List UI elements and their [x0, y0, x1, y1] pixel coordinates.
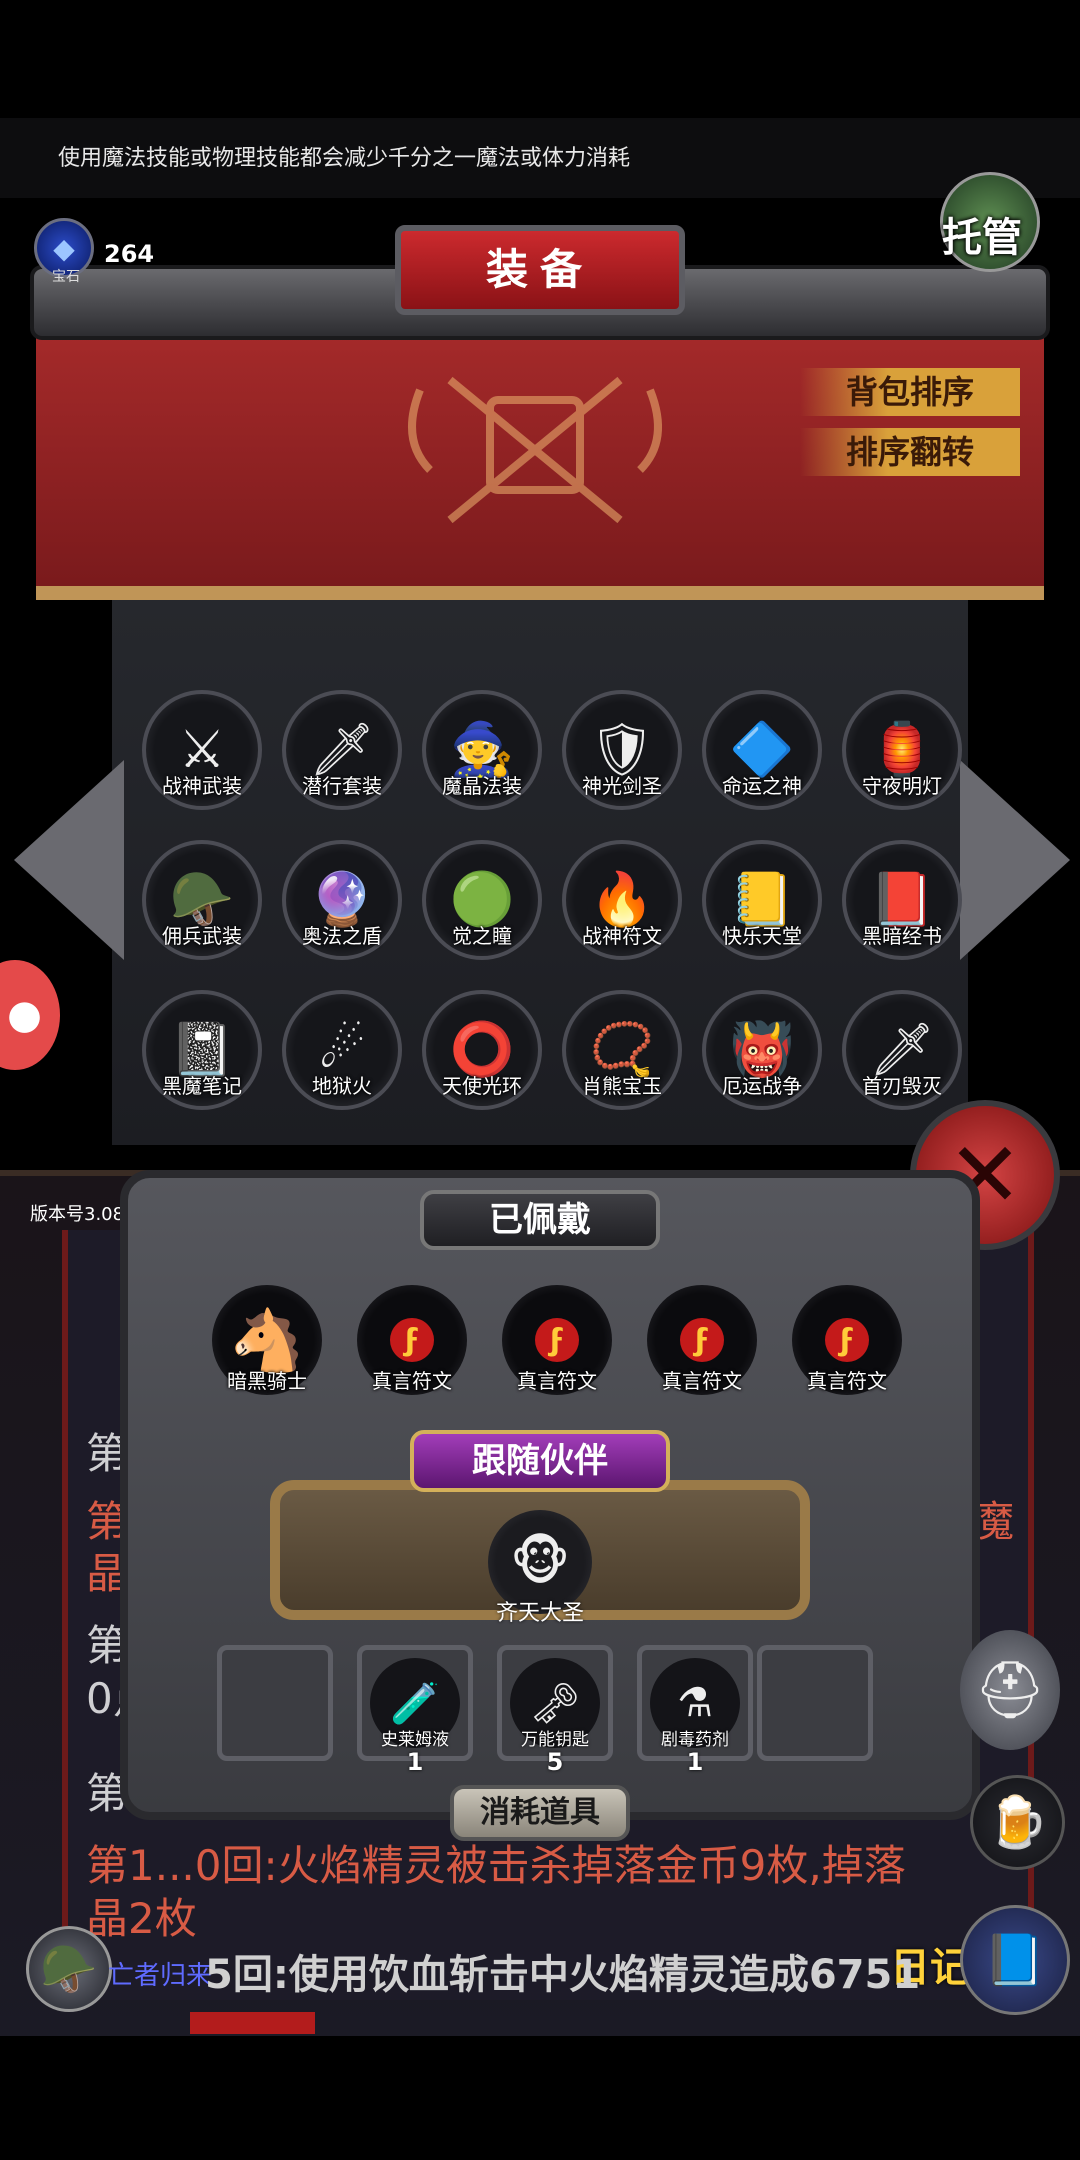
item-icon: ⭕	[449, 1020, 515, 1080]
item-icon: 🛡	[588, 720, 655, 780]
consumable-slot[interactable]	[217, 1645, 333, 1761]
item-label: 觉之瞳	[452, 924, 512, 948]
gem-count: 264	[104, 240, 155, 268]
sort-backpack-button[interactable]: 背包排序	[800, 368, 1020, 416]
panel-title: 装备	[485, 245, 594, 294]
item-label: 命运之神	[722, 774, 802, 798]
consumable-label: 万能钥匙	[521, 1730, 589, 1750]
log-line: 晶2枚	[86, 1894, 197, 1943]
gem-label: 宝石	[52, 269, 80, 285]
consumable-count: 5	[546, 1748, 564, 1776]
equipped-label: 真言符文	[372, 1369, 452, 1393]
item-icon: 🗡	[308, 720, 375, 780]
item-label: 黑暗经书	[862, 924, 942, 948]
equipped-label: 暗黑骑士	[227, 1369, 307, 1393]
rune-icon: ϝ	[680, 1318, 724, 1362]
item-icon: 🪖	[169, 870, 235, 930]
item-label: 战神武装	[162, 774, 242, 798]
item-icon: 📿	[589, 1020, 655, 1080]
item-label: 守夜明灯	[862, 774, 942, 798]
item-icon: 📕	[869, 870, 935, 930]
item-icon: ⚔	[178, 720, 226, 780]
item-icon: 🔮	[309, 870, 375, 930]
battle-ticker: 5回:使用饮血斩击中火焰精灵造成6751	[205, 1952, 921, 1998]
consumables-title: 消耗道具	[450, 1785, 630, 1841]
item-icon: 👹	[729, 1020, 795, 1080]
item-label: 肖熊宝玉	[582, 1074, 662, 1098]
item-label: 首刃毁灭	[862, 1074, 942, 1098]
player-name: 亡者归来	[108, 1961, 213, 1991]
helmet-icon: ⛑	[974, 1658, 1046, 1723]
item-icon: 🏮	[869, 720, 935, 780]
item-label: 地狱火	[312, 1074, 372, 1098]
log-line: 第1...0回:火焰精灵被击杀掉落金币9枚,掉落	[86, 1841, 906, 1890]
item-icon: 🔷	[729, 720, 795, 780]
monkey-king-icon: 🐵	[509, 1532, 571, 1592]
person-icon: ●	[7, 992, 42, 1038]
knight-helmet-button[interactable]: ⛑	[960, 1630, 1060, 1750]
auto-play-label: 托管	[942, 215, 1022, 261]
item-icon: ☄	[318, 1020, 366, 1080]
equipped-label: 真言符文	[662, 1369, 742, 1393]
book-icon: 📘	[983, 1930, 1047, 1989]
item-icon: 🔥	[589, 870, 655, 930]
helmet-avatar-icon: 🪖	[40, 1941, 98, 1996]
rune-icon: ϝ	[825, 1318, 869, 1362]
tip-text: 使用魔法技能或物理技能都会减少千分之一魔法或体力消耗	[58, 146, 631, 171]
item-label: 天使光环	[442, 1074, 522, 1098]
consumable-count: 1	[686, 1748, 704, 1776]
equipped-label: 真言符文	[517, 1369, 597, 1393]
prev-page-arrow-icon[interactable]	[14, 760, 124, 960]
equipped-title: 已佩戴	[420, 1190, 660, 1250]
equipped-label: 真言符文	[807, 1369, 887, 1393]
item-label: 潜行套装	[302, 774, 382, 798]
item-label: 奥法之盾	[302, 924, 382, 948]
version-label: 版本号3.08	[30, 1204, 125, 1225]
consumable-slot[interactable]	[757, 1645, 873, 1761]
reverse-sort-button[interactable]: 排序翻转	[800, 428, 1020, 476]
item-icon: 🧙	[449, 720, 515, 780]
item-icon: 🗡	[868, 1020, 935, 1080]
item-label: 神光剑圣	[582, 774, 662, 798]
consumable-label: 剧毒药剂	[661, 1730, 729, 1750]
rune-icon: ϝ	[535, 1318, 579, 1362]
item-label: 魔晶法装	[442, 774, 522, 798]
tavern-button[interactable]: 🍺	[970, 1775, 1065, 1870]
companion-label: 齐天大圣	[495, 1601, 584, 1626]
item-label: 快乐天堂	[722, 924, 802, 948]
item-icon: 📒	[729, 870, 795, 930]
diary-button[interactable]: 📘	[960, 1905, 1070, 2015]
profile-button[interactable]: ●	[0, 960, 60, 1070]
player-avatar[interactable]: 🪖	[26, 1926, 112, 2012]
panel-title-plate: 装备	[395, 225, 685, 315]
item-icon: 📓	[169, 1020, 235, 1080]
beer-mug-icon: 🍺	[986, 1793, 1049, 1851]
consumable-count: 1	[406, 1748, 424, 1776]
item-label: 黑魔笔记	[162, 1074, 242, 1098]
crossed-swords-emblem-icon	[408, 376, 662, 524]
item-label: 战神符文	[582, 924, 662, 948]
consumable-label: 史莱姆液	[381, 1730, 449, 1750]
item-label: 佣兵武装	[162, 924, 242, 948]
companion-title: 跟随伙伴	[410, 1430, 670, 1492]
item-label: 厄运战争	[722, 1074, 802, 1098]
hp-bar	[190, 2012, 315, 2034]
rune-icon: ϝ	[390, 1318, 434, 1362]
item-icon: 🟢	[449, 870, 515, 930]
